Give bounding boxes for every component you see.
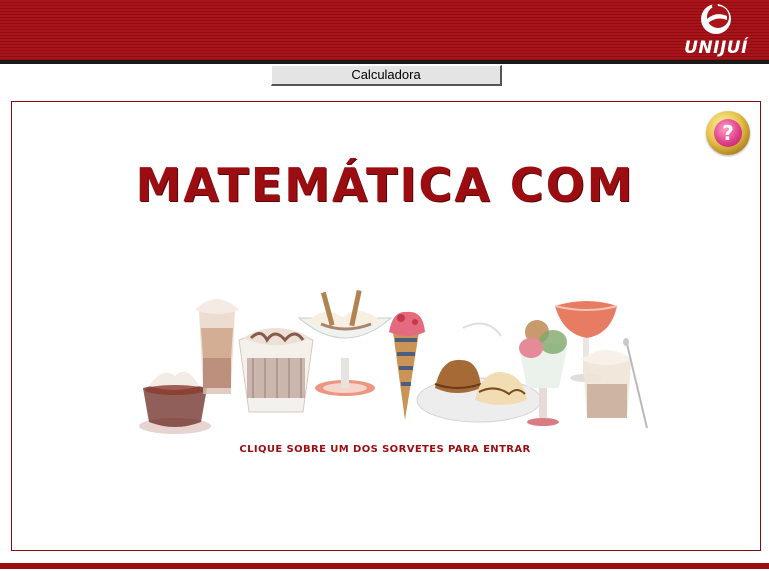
logo-text: UNIJUÍ (684, 38, 748, 58)
plate-scoops-icon[interactable] (416, 322, 542, 423)
help-button[interactable]: ? (706, 111, 750, 155)
chocolate-cup-icon[interactable] (139, 371, 211, 434)
help-icon: ? (714, 119, 742, 147)
chocolate-sundae-cup-icon[interactable] (238, 328, 314, 413)
frappe-glass-icon[interactable] (195, 299, 239, 394)
header-band: UNIJUÍ (0, 0, 769, 60)
header-rule (0, 60, 769, 64)
unijui-logo: UNIJUÍ (681, 2, 751, 58)
unijui-emblem-icon (701, 3, 731, 34)
icecream-gallery (135, 288, 660, 440)
page-title: MATEMÁTICA COM (135, 158, 635, 212)
footer-bar (0, 563, 769, 569)
calculator-button[interactable]: Calculadora (271, 65, 502, 86)
instruction-text: CLIQUE SOBRE UM DOS SORVETES PARA ENTRAR (239, 444, 531, 455)
vanilla-glass-spoon-icon[interactable] (581, 338, 648, 429)
